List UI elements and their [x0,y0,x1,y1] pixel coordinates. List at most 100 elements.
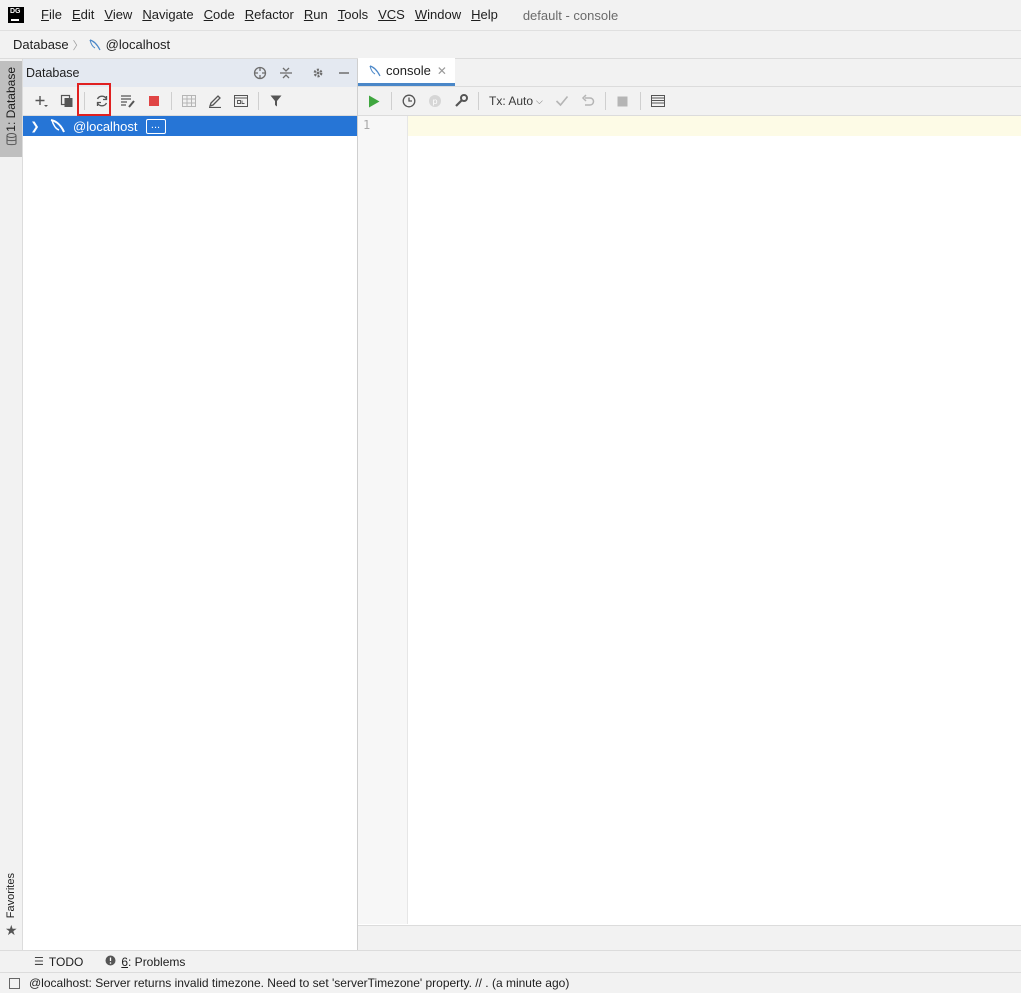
menu-label-rest: ode [213,7,235,22]
editor-toolbar: p Tx: Auto ⌵ [358,87,1021,116]
toolbar-separator [639,92,641,110]
menu-label-rest: dit [80,7,95,22]
status-square-icon[interactable] [9,977,20,989]
editor-area: console ✕ p Tx: Auto ⌵ 1 [358,58,1021,950]
database-panel: Database ❯ @localhost ... [23,59,358,950]
add-icon[interactable] [28,88,54,114]
menu-label-rest: S [396,7,405,22]
breadcrumb: Database 〉 @localhost [0,31,1021,59]
menu-tools[interactable]: Tools [333,4,373,26]
menu-mnemonic: C [203,7,214,22]
editor-tab-row: console ✕ [358,58,1021,87]
code-editor[interactable]: 1 [358,116,1021,924]
menu-run[interactable]: Run [299,4,333,26]
database-tree: ❯ @localhost ... [23,116,357,136]
menu-vcs[interactable]: VCS [373,4,410,26]
menu-view[interactable]: View [99,4,137,26]
commit-check-icon[interactable] [549,88,575,114]
database-tool-tab[interactable]: 1: Database [0,61,22,157]
toolbar-separator [171,92,172,110]
mysql-dolphin-icon [50,119,65,133]
problems-number: 6 [121,954,129,969]
toolbar-separator [258,92,259,110]
refresh-highlight-box [77,83,111,116]
favorites-tab-label: Favorites [5,873,17,919]
explain-plan-icon[interactable]: p [422,88,448,114]
menu-label-rest: indow [427,7,462,22]
menu-mnemonic: R [244,7,255,22]
list-icon: ☰ [34,956,44,968]
table-editor-icon[interactable] [176,88,202,114]
transaction-mode-dropdown[interactable]: Tx: Auto ⌵ [483,94,549,108]
toolbar-separator [391,92,392,110]
close-icon[interactable]: ✕ [437,64,447,78]
database-tab-label: 1: Database [4,67,18,132]
menu-label-rest: ools [344,7,369,22]
status-message[interactable]: @localhost: Server returns invalid timez… [29,976,569,990]
minimize-icon[interactable] [331,59,357,87]
menu-label-rest: avigate [151,7,194,22]
todo-label: TODO [48,954,84,969]
tab-console-label: console [386,63,431,78]
tree-label-localhost: @localhost [73,118,138,134]
problems-tool-button[interactable]: 6: Problems [105,955,185,969]
bottom-tool-bar: ☰ TODO 6: Problems [0,950,1021,972]
menu-mnemonic: N [142,7,152,22]
tab-console[interactable]: console ✕ [358,58,455,86]
menu-window[interactable]: Window [410,4,466,26]
chevron-right-icon[interactable]: ❯ [25,120,45,133]
results-layout-icon[interactable] [645,88,671,114]
current-line-highlight [408,116,1021,136]
menu-help[interactable]: Help [466,4,503,26]
editor-bottom-strip [358,925,1021,950]
history-clock-icon[interactable] [396,88,422,114]
toolbar-separator [604,92,606,110]
menu-label-rest: efactor [254,7,294,22]
datagrip-logo-icon: DG [8,7,24,23]
todo-tool-button[interactable]: ☰ TODO [34,955,83,969]
menu-mnemonic: V [104,7,113,22]
menu-label-rest: un [313,7,328,22]
database-cylinder-icon [6,133,17,146]
filter-icon[interactable] [263,88,289,114]
menu-navigate[interactable]: Navigate [137,4,198,26]
chevron-down-icon: ⌵ [536,95,543,106]
settings-wrench-icon[interactable] [448,88,474,114]
transaction-mode-label: Tx: Auto [489,94,534,108]
stop-icon[interactable] [141,88,167,114]
menu-mnemonic: VC [378,7,397,22]
menu-mnemonic: R [303,7,314,22]
rollback-undo-icon[interactable] [575,88,601,114]
database-panel-header: Database [23,59,357,87]
line-gutter: 1 [358,116,408,924]
schema-properties-icon[interactable] [115,88,141,114]
menu-label-rest: ile [48,7,62,22]
menu-edit[interactable]: Edit [67,4,99,26]
gear-icon[interactable] [305,59,331,87]
breadcrumb-localhost[interactable]: @localhost [106,37,171,52]
edit-pencil-icon[interactable] [202,88,228,114]
menu-label-rest: iew [112,7,133,22]
left-tool-strip: 1: Database Favorites ★ [0,59,23,950]
locate-crosshair-icon[interactable] [247,59,273,87]
menu-code[interactable]: Code [199,4,240,26]
menu-refactor[interactable]: Refactor [240,4,299,26]
svg-text:p: p [432,97,437,106]
menu-file[interactable]: File [36,4,67,26]
tree-row-localhost[interactable]: ❯ @localhost ... [23,116,357,136]
line-number: 1 [363,118,371,132]
menu-bar: DG File Edit View Navigate Code Refactor Run To… [0,0,1021,31]
menu-mnemonic: W [414,7,428,22]
query-console-icon[interactable] [228,88,254,114]
mysql-dolphin-icon [369,64,381,76]
menu-mnemonic: E [71,7,81,22]
menu-mnemonic: F [41,7,49,22]
window-title: default - console [522,7,619,23]
ellipsis-badge[interactable]: ... [145,118,166,134]
cancel-stop-icon[interactable] [610,88,636,114]
toolbar-separator [478,92,479,110]
execute-play-icon[interactable] [361,88,387,114]
breadcrumb-database[interactable]: Database [13,37,69,52]
collapse-all-icon[interactable] [273,59,299,87]
info-icon [105,955,116,969]
